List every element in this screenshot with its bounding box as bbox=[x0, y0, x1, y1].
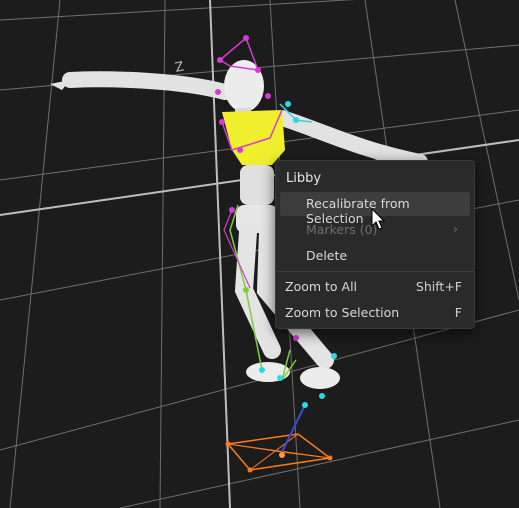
context-menu: Libby Recalibrate from Selection Markers… bbox=[275, 160, 475, 329]
menu-item-zoom-to-all[interactable]: Zoom to All Shift+F bbox=[280, 275, 470, 299]
chevron-right-icon: › bbox=[453, 222, 458, 236]
menu-item-delete[interactable]: Delete bbox=[280, 244, 470, 268]
menu-title: Libby bbox=[286, 171, 322, 186]
mouse-cursor-icon bbox=[371, 208, 386, 230]
menu-separator bbox=[276, 271, 474, 272]
menu-item-label: Zoom to Selection bbox=[285, 305, 400, 320]
menu-item-label: Delete bbox=[306, 248, 348, 263]
menu-item-shortcut: F bbox=[454, 305, 462, 320]
menu-item-shortcut: Shift+F bbox=[415, 279, 462, 294]
menu-item-label: Markers (0) bbox=[306, 222, 378, 237]
menu-item-label: Zoom to All bbox=[285, 279, 358, 294]
menu-item-zoom-to-selection[interactable]: Zoom to Selection F bbox=[280, 301, 470, 325]
